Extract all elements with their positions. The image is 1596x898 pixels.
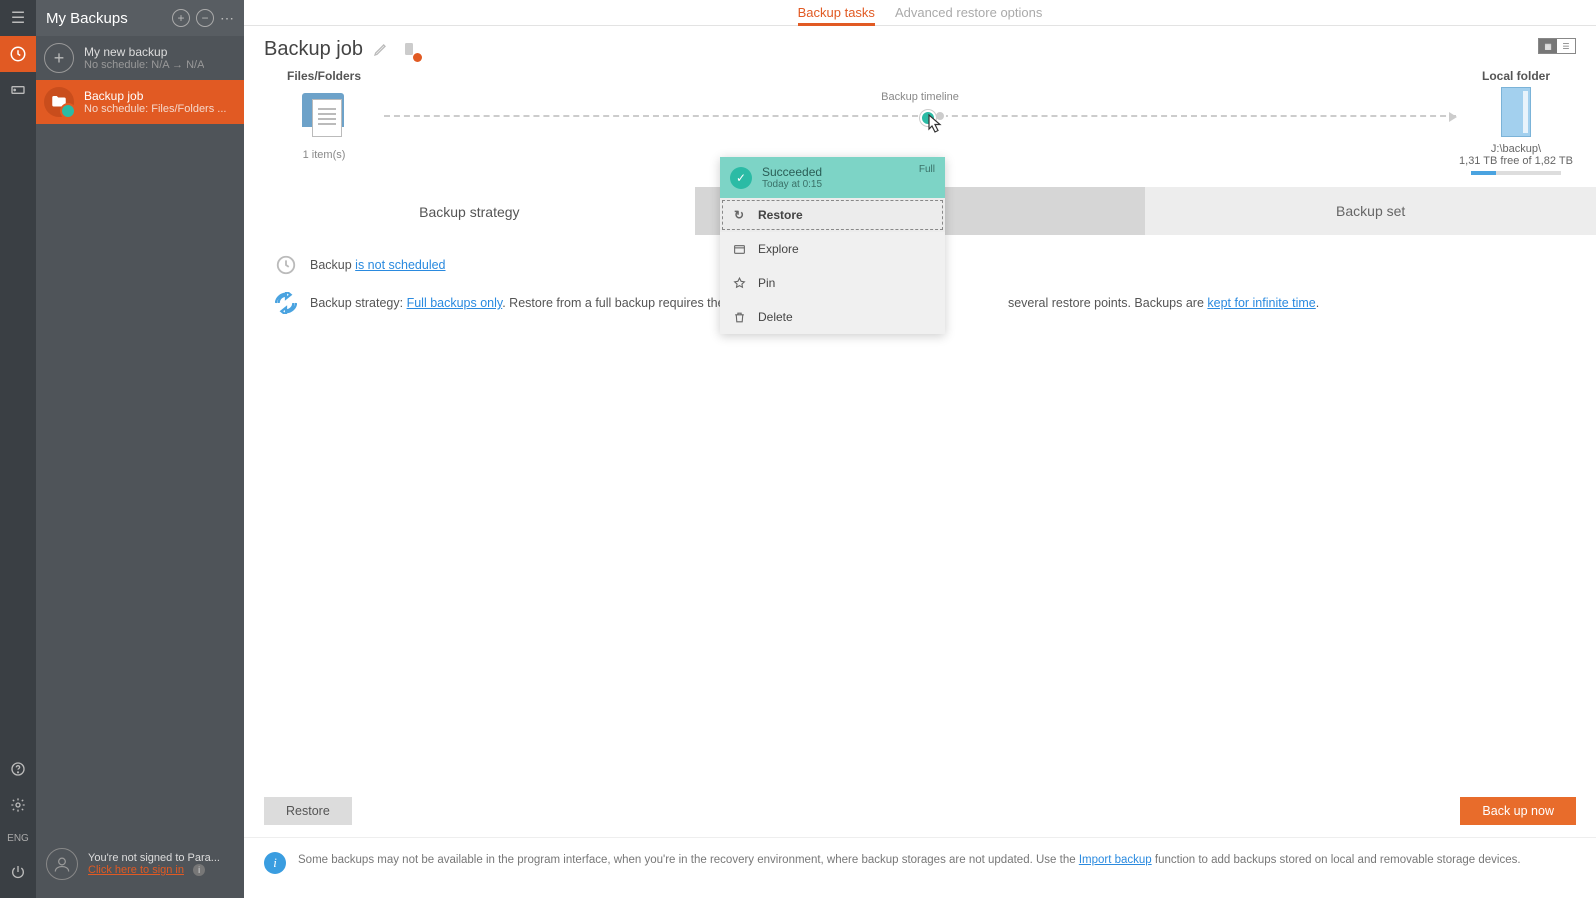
popup-header: ✓ Succeeded Today at 0:15 Full bbox=[720, 157, 945, 198]
pin-icon bbox=[732, 277, 746, 290]
popup-backup-type: Full bbox=[919, 164, 935, 175]
sidebar-item-new-backup[interactable]: My new backup No schedule: N/A → N/A bbox=[36, 36, 244, 80]
strategy-icon bbox=[274, 291, 298, 315]
backup-sub: No schedule: N/A → N/A bbox=[84, 59, 204, 71]
flow-source[interactable]: Files/Folders 1 item(s) bbox=[264, 69, 384, 161]
explore-icon bbox=[732, 243, 746, 256]
sidebar: My Backups + − ⋯ My new backup No schedu… bbox=[36, 0, 244, 898]
info-bar: i Some backups may not be available in t… bbox=[244, 837, 1596, 898]
language-label[interactable]: ENG bbox=[7, 833, 29, 844]
settings-icon[interactable] bbox=[0, 787, 36, 823]
strategy-link[interactable]: Full backups only bbox=[407, 296, 503, 310]
plus-icon bbox=[44, 43, 74, 73]
more-icon[interactable]: ⋯ bbox=[220, 10, 234, 27]
destination-path: J:\backup\ bbox=[1456, 143, 1576, 155]
popup-item-label: Pin bbox=[758, 276, 775, 290]
tab-backup-set[interactable]: Backup set bbox=[1145, 187, 1596, 235]
menu-icon[interactable]: ☰ bbox=[0, 0, 36, 36]
avatar-icon bbox=[46, 848, 78, 880]
usage-bar bbox=[1471, 171, 1561, 175]
popup-timestamp: Today at 0:15 bbox=[762, 179, 822, 190]
top-tabs: Backup tasks Advanced restore options bbox=[244, 0, 1596, 26]
schedule-link[interactable]: is not scheduled bbox=[355, 258, 445, 272]
add-backup-button[interactable]: + bbox=[172, 9, 190, 27]
view-grid-button[interactable]: ▦ bbox=[1539, 39, 1557, 53]
restore-button[interactable]: Restore bbox=[264, 797, 352, 825]
delete-job-icon[interactable] bbox=[401, 41, 419, 59]
backup-sub: No schedule: Files/Folders ... bbox=[84, 103, 226, 115]
tab-advanced-restore[interactable]: Advanced restore options bbox=[895, 5, 1042, 25]
signin-link[interactable]: Click here to sign in bbox=[88, 864, 184, 876]
popup-item-label: Explore bbox=[758, 242, 799, 256]
rail-drive-icon[interactable] bbox=[0, 72, 36, 108]
action-bar: Restore Back up now bbox=[244, 785, 1596, 837]
tab-strategy[interactable]: Backup strategy bbox=[244, 187, 695, 235]
popup-status: Succeeded bbox=[762, 165, 822, 179]
backup-now-button[interactable]: Back up now bbox=[1460, 797, 1576, 825]
files-icon bbox=[296, 87, 352, 143]
popup-item-restore[interactable]: ↻ Restore bbox=[720, 198, 945, 232]
timeline-popup: ✓ Succeeded Today at 0:15 Full ↻ Restore… bbox=[720, 157, 945, 334]
rail-backup-icon[interactable] bbox=[0, 36, 36, 72]
free-space: 1,31 TB free of 1,82 TB bbox=[1456, 155, 1576, 167]
import-backup-link[interactable]: Import backup bbox=[1079, 854, 1152, 866]
help-icon[interactable] bbox=[0, 751, 36, 787]
main-panel: Backup tasks Advanced restore options Ba… bbox=[244, 0, 1596, 898]
disk-icon bbox=[1501, 87, 1531, 137]
clock-icon bbox=[274, 253, 298, 277]
edit-icon[interactable] bbox=[373, 41, 391, 59]
timeline-node-current[interactable] bbox=[920, 110, 936, 126]
restore-icon: ↻ bbox=[732, 208, 746, 222]
retention-link[interactable]: kept for infinite time bbox=[1207, 296, 1315, 310]
popup-item-label: Delete bbox=[758, 310, 793, 324]
folder-icon bbox=[44, 87, 74, 117]
backup-name: Backup job bbox=[84, 89, 226, 103]
flow-destination[interactable]: Local folder J:\backup\ 1,31 TB free of … bbox=[1456, 69, 1576, 175]
page-title: Backup job bbox=[264, 38, 363, 61]
schedule-text: Backup is not scheduled bbox=[310, 258, 446, 272]
title-row: Backup job ▦ ☰ bbox=[244, 26, 1596, 61]
popup-item-label: Restore bbox=[758, 208, 803, 222]
power-icon[interactable] bbox=[0, 854, 36, 890]
sidebar-item-backup-job[interactable]: Backup job No schedule: Files/Folders ..… bbox=[36, 80, 244, 124]
destination-label: Local folder bbox=[1456, 69, 1576, 83]
info-text: Some backups may not be available in the… bbox=[298, 852, 1521, 869]
popup-item-delete[interactable]: Delete bbox=[720, 300, 945, 334]
remove-backup-button[interactable]: − bbox=[196, 9, 214, 27]
view-list-button[interactable]: ☰ bbox=[1557, 39, 1575, 53]
popup-item-explore[interactable]: Explore bbox=[720, 232, 945, 266]
info-dot-icon[interactable]: i bbox=[193, 864, 205, 876]
sidebar-header: My Backups + − ⋯ bbox=[36, 0, 244, 36]
timeline-label: Backup timeline bbox=[384, 91, 1456, 103]
view-toggle: ▦ ☰ bbox=[1538, 38, 1576, 54]
backup-name: My new backup bbox=[84, 45, 204, 59]
success-check-icon: ✓ bbox=[730, 167, 752, 189]
nav-rail: ☰ ENG bbox=[0, 0, 36, 898]
tab-backup-tasks[interactable]: Backup tasks bbox=[798, 5, 875, 25]
source-label: Files/Folders bbox=[264, 69, 384, 83]
trash-icon bbox=[732, 311, 746, 324]
signin-status: You're not signed to Para... bbox=[88, 852, 220, 864]
flow-timeline: Backup timeline bbox=[384, 69, 1456, 117]
item-count: 1 item(s) bbox=[264, 149, 384, 161]
sidebar-title: My Backups bbox=[46, 10, 128, 27]
sidebar-footer: You're not signed to Para... Click here … bbox=[36, 836, 244, 898]
info-icon: i bbox=[264, 852, 286, 874]
popup-item-pin[interactable]: Pin bbox=[720, 266, 945, 300]
